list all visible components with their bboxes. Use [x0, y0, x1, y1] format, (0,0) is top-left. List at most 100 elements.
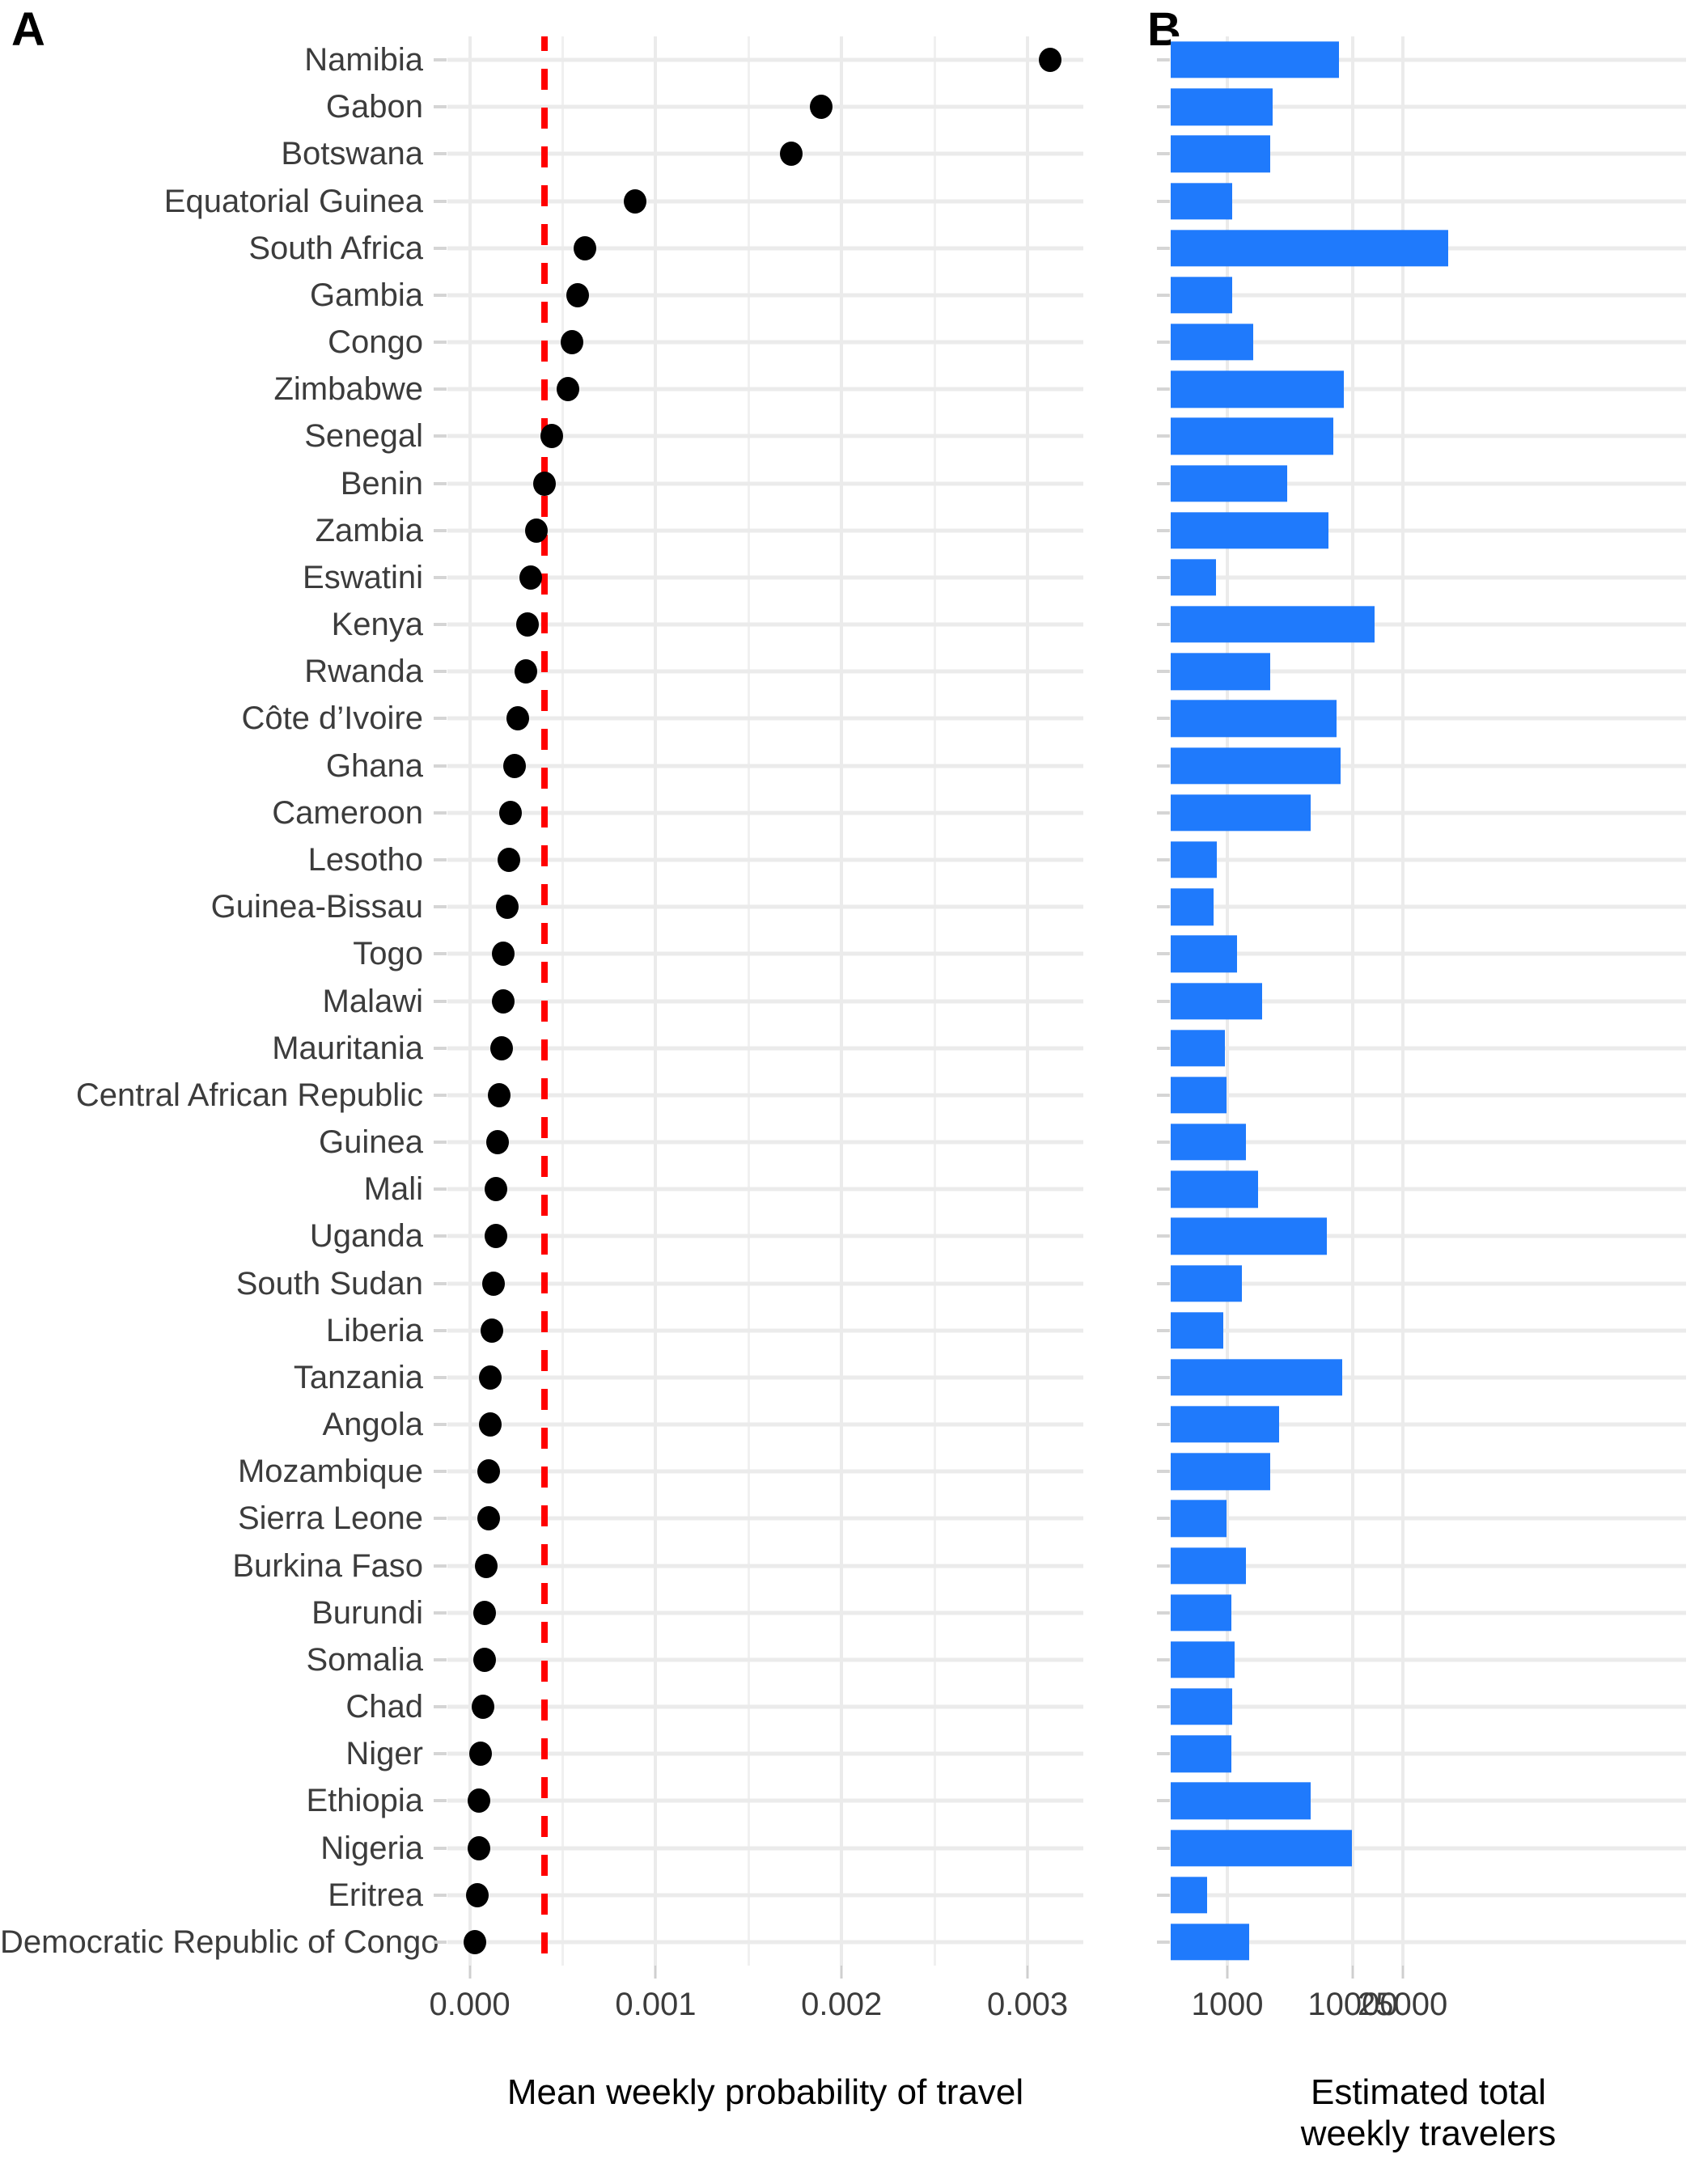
- y-tick-mark: [1157, 293, 1170, 297]
- row-gridline: [1171, 904, 1686, 909]
- row-gridline: [1171, 1140, 1686, 1145]
- y-tick-mark: [1157, 1657, 1170, 1661]
- y-tick-mark: [1157, 152, 1170, 156]
- x-tick-mark: [1026, 1966, 1029, 1979]
- data-point: [560, 330, 583, 355]
- category-label: Ghana: [325, 747, 423, 784]
- data-point: [482, 1271, 506, 1296]
- category-label: Togo: [353, 936, 423, 972]
- bar: [1171, 230, 1449, 267]
- y-tick-mark: [434, 387, 447, 392]
- category-label: Cameroon: [272, 794, 423, 831]
- bar: [1171, 1217, 1327, 1255]
- row-gridline: [1171, 1564, 1686, 1568]
- bar: [1171, 559, 1216, 596]
- row-gridline: [1171, 1046, 1686, 1051]
- y-tick-mark: [434, 1093, 447, 1097]
- y-tick-mark: [434, 1705, 447, 1709]
- y-tick-mark: [1157, 1610, 1170, 1615]
- y-tick-mark: [434, 246, 447, 250]
- row-gridline: [1171, 951, 1686, 956]
- data-point: [465, 1882, 489, 1907]
- bar: [1171, 135, 1271, 173]
- row-gridline: [1171, 1516, 1686, 1521]
- y-tick-mark: [434, 764, 447, 768]
- threshold-line: [540, 36, 548, 1966]
- y-tick-mark: [1157, 1093, 1170, 1097]
- y-tick-mark: [1157, 1752, 1170, 1756]
- bar: [1171, 1170, 1258, 1208]
- y-tick-mark: [1157, 1893, 1170, 1897]
- y-tick-mark: [434, 1657, 447, 1661]
- data-point: [475, 1553, 498, 1578]
- bar: [1171, 1594, 1232, 1632]
- data-point: [464, 1929, 487, 1954]
- data-point: [1038, 48, 1061, 73]
- category-label: Chad: [345, 1689, 423, 1725]
- y-tick-mark: [434, 1846, 447, 1850]
- y-tick-mark: [1157, 857, 1170, 861]
- category-label: Rwanda: [304, 654, 423, 690]
- bar: [1171, 1359, 1342, 1396]
- y-tick-mark: [1157, 670, 1170, 674]
- data-point: [478, 1412, 502, 1437]
- bar: [1171, 182, 1233, 220]
- data-point: [481, 1318, 504, 1343]
- bar: [1171, 41, 1340, 78]
- category-label: Central African Republic: [75, 1077, 423, 1113]
- y-tick-mark: [1157, 575, 1170, 579]
- bar: [1171, 982, 1263, 1020]
- bar: [1171, 935, 1238, 973]
- bar: [1171, 653, 1271, 690]
- data-point: [525, 518, 549, 543]
- category-label: Malawi: [322, 983, 423, 1019]
- y-tick-mark: [434, 152, 447, 156]
- category-label: Nigeria: [320, 1830, 423, 1866]
- y-tick-mark: [434, 528, 447, 532]
- data-point: [557, 377, 580, 402]
- y-tick-mark: [434, 717, 447, 721]
- y-tick-mark: [1157, 105, 1170, 109]
- category-label: Benin: [340, 465, 423, 502]
- y-tick-mark: [1157, 764, 1170, 768]
- data-point: [471, 1695, 494, 1720]
- bar: [1171, 1547, 1246, 1585]
- bar: [1171, 1688, 1233, 1725]
- y-tick-mark: [434, 58, 447, 62]
- bar: [1171, 747, 1341, 785]
- bar: [1171, 1877, 1208, 1914]
- y-tick-mark: [434, 670, 447, 674]
- row-gridline: [1171, 857, 1686, 862]
- category-label: Eswatini: [303, 559, 423, 595]
- bar: [1171, 277, 1233, 314]
- x-tick-label: 25000: [1358, 1987, 1448, 2022]
- category-label: Côte d’Ivoire: [241, 700, 423, 737]
- y-tick-mark: [1157, 1940, 1170, 1944]
- row-gridline: [1171, 575, 1686, 580]
- y-tick-mark: [434, 1423, 447, 1427]
- y-tick-mark: [1157, 58, 1170, 62]
- category-label: Liberia: [325, 1312, 423, 1348]
- row-gridline: [1171, 1610, 1686, 1615]
- y-tick-mark: [434, 1234, 447, 1238]
- x-tick-label: 0.003: [986, 1987, 1069, 2022]
- data-point: [477, 1459, 500, 1484]
- y-tick-mark: [434, 1940, 447, 1944]
- category-label: Somalia: [306, 1641, 423, 1678]
- y-tick-mark: [1157, 999, 1170, 1003]
- category-label: Angola: [322, 1407, 423, 1443]
- bar: [1171, 1453, 1271, 1490]
- y-tick-mark: [434, 1141, 447, 1144]
- y-tick-mark: [1157, 1564, 1170, 1568]
- figure-root: A B Namibia Gabon Botswana Equatorial Guine…: [0, 0, 1699, 2184]
- y-tick-mark: [1157, 1470, 1170, 1474]
- y-tick-mark: [434, 1752, 447, 1756]
- data-point: [809, 95, 833, 120]
- category-label: Niger: [345, 1736, 423, 1772]
- y-tick-mark: [1157, 905, 1170, 909]
- category-label: Namibia: [304, 42, 423, 78]
- x-tick-mark: [1226, 1966, 1229, 1979]
- y-tick-mark: [1157, 623, 1170, 627]
- y-tick-mark: [434, 952, 447, 956]
- category-label: Zambia: [315, 512, 423, 548]
